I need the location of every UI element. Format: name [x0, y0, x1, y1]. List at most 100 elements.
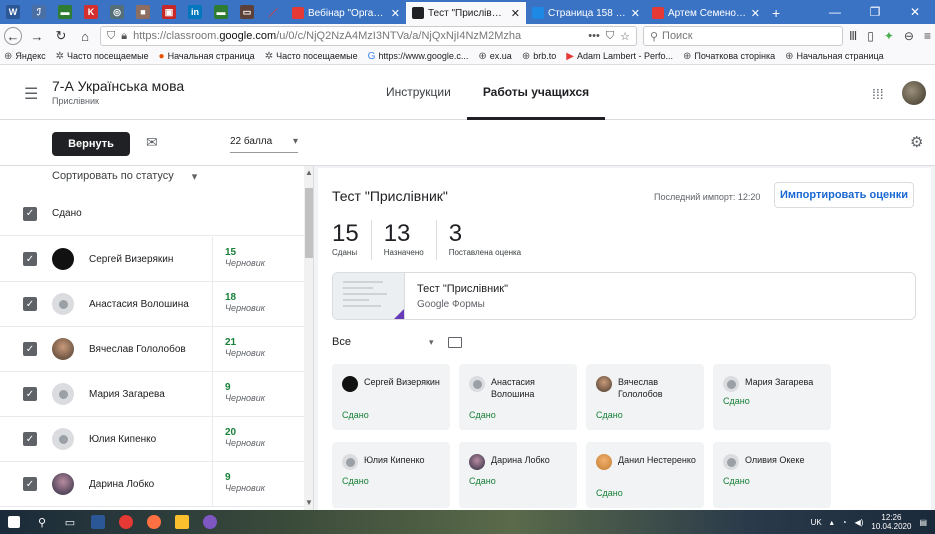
more-icon[interactable]: •••: [588, 30, 600, 42]
tab-instructions[interactable]: Инструкции: [370, 66, 467, 120]
settings-gear-icon[interactable]: ⚙: [910, 133, 923, 151]
scroll-thumb[interactable]: [305, 188, 313, 258]
clock[interactable]: 12:26 10.04.2020: [871, 513, 911, 531]
browser-tab[interactable]: Страница 158 - СЛУ✕: [526, 2, 646, 24]
address-bar[interactable]: ⛉ 🔒︎ https://classroom.google.com/u/0/c/…: [100, 26, 637, 46]
sidebar-icon[interactable]: ▯: [867, 29, 874, 43]
pinned-tab-6[interactable]: ▬: [208, 0, 234, 24]
student-row[interactable]: ✓ Вячеслав Гололобов 21 Черновик: [0, 327, 304, 372]
pinned-tab-8[interactable]: ／: [260, 0, 286, 24]
student-checkbox[interactable]: ✓: [23, 477, 37, 491]
browser-tab-active[interactable]: Тест "Прислівник" ✕: [406, 2, 526, 24]
scrollbar[interactable]: ▲ ▼: [304, 166, 313, 510]
new-tab-button[interactable]: +: [766, 2, 792, 24]
student-row[interactable]: ✓ Мария Загарева 9 Черновик: [0, 372, 304, 417]
return-button[interactable]: Вернуть: [52, 132, 130, 156]
import-grades-button[interactable]: Импортировать оценки: [774, 182, 914, 208]
pinned-tab-word[interactable]: W: [0, 0, 26, 24]
student-card[interactable]: Дарина Лобко Сдано: [459, 442, 577, 508]
extension-icon[interactable]: ✦: [884, 29, 894, 43]
hamburger-menu-icon[interactable]: ☰: [24, 84, 38, 104]
sort-select[interactable]: Сортировать по статусу ▾: [52, 166, 197, 186]
bookmark-item[interactable]: ✲ Часто посещаемые: [265, 51, 358, 62]
opera-icon[interactable]: [112, 510, 140, 534]
student-card[interactable]: Анастасия Волошина Сдано: [459, 364, 577, 430]
course-title[interactable]: 7-А Українська мова: [52, 78, 184, 94]
viber-icon[interactable]: [196, 510, 224, 534]
bookmark-star-icon[interactable]: ☆: [620, 30, 630, 43]
search-icon[interactable]: ⚲: [28, 510, 56, 534]
search-input[interactable]: ⚲ Поиск: [642, 26, 843, 46]
student-card[interactable]: Вячеслав Гололобов Сдано: [586, 364, 704, 430]
bookmark-item[interactable]: ⊕ ex.ua: [478, 51, 511, 62]
pinned-tab-7[interactable]: ▭: [234, 0, 260, 24]
bookmark-item[interactable]: ⊕ Начальная страница: [785, 51, 883, 62]
group-checkbox[interactable]: ✓: [23, 206, 37, 221]
student-card[interactable]: Данил Нестеренко Сдано: [586, 442, 704, 508]
stat-graded[interactable]: 3 Поставлена оценка: [449, 220, 533, 260]
task-view-icon[interactable]: ▭: [56, 510, 84, 534]
close-icon[interactable]: ✕: [391, 7, 400, 20]
bookmark-item[interactable]: Ghttps://www.google.c...: [368, 51, 469, 62]
stat-assigned[interactable]: 13 Назначено: [384, 220, 437, 260]
pinned-tab-5[interactable]: ▣: [156, 0, 182, 24]
firefox-icon[interactable]: [140, 510, 168, 534]
close-icon[interactable]: ✕: [511, 7, 520, 20]
student-row[interactable]: ✓ Дарина Лобко 9 Черновик: [0, 462, 304, 507]
student-card[interactable]: Мария Загарева Сдано: [713, 364, 831, 430]
student-checkbox[interactable]: ✓: [23, 432, 37, 446]
close-window-icon[interactable]: ✕: [895, 5, 935, 19]
word-icon[interactable]: [84, 510, 112, 534]
bookmark-item[interactable]: ⊕ Початкова сторінка: [683, 51, 775, 62]
points-select[interactable]: 22 балла ▾: [230, 133, 298, 153]
bookmark-item[interactable]: ▶ Adam Lambert - Perfo...: [566, 51, 673, 62]
pinned-tab-1[interactable]: ℐ: [26, 0, 52, 24]
restore-icon[interactable]: ❐: [855, 5, 895, 19]
grade-cell[interactable]: 18 Черновик: [212, 282, 304, 327]
tab-student-work[interactable]: Работы учащихся: [466, 66, 606, 120]
bookmark-item[interactable]: ● Начальная страница: [159, 51, 255, 62]
grade-cell[interactable]: 9 Черновик: [212, 372, 304, 417]
attachment-card[interactable]: Тест "Прислівник" Google Формы: [332, 272, 916, 320]
apps-grid-icon[interactable]: ⁞⁞⁞: [872, 86, 884, 102]
pinned-tab-3[interactable]: ◎: [104, 0, 130, 24]
student-card[interactable]: Юлия Кипенко Сдано: [332, 442, 450, 508]
volume-icon[interactable]: ◀): [855, 518, 864, 527]
folder-icon[interactable]: [447, 336, 462, 348]
student-card[interactable]: Сергей Визерякин Сдано: [332, 364, 450, 430]
chevron-up-icon[interactable]: ▴: [830, 518, 834, 527]
forward-icon[interactable]: →: [28, 27, 46, 45]
browser-tab[interactable]: Артем Семенов с ✕: [646, 2, 766, 24]
dropdown-arrow-icon[interactable]: ▾: [429, 337, 434, 348]
student-checkbox[interactable]: ✓: [23, 387, 37, 401]
grade-cell[interactable]: 21 Черновик: [212, 327, 304, 372]
bookmark-item[interactable]: ⊕ brb.to: [522, 51, 556, 62]
stat-turned-in[interactable]: 15 Сданы: [332, 220, 372, 260]
menu-icon[interactable]: ≡: [924, 29, 931, 43]
bookmark-item[interactable]: ⊕ Яндекс: [4, 51, 46, 62]
student-row[interactable]: ✓ Сергей Визерякин 15 Черновик: [0, 237, 304, 282]
student-row[interactable]: ✓ Юлия Кипенко 20 Черновик: [0, 417, 304, 462]
pocket-icon[interactable]: ⛉: [606, 30, 614, 43]
student-card[interactable]: Оливия Океке Сдано: [713, 442, 831, 508]
pinned-tab-2[interactable]: ▬: [52, 0, 78, 24]
student-row[interactable]: ✓ Анастасия Волошина 18 Черновик: [0, 282, 304, 327]
minimize-icon[interactable]: —: [815, 5, 855, 19]
back-icon[interactable]: ←: [4, 27, 22, 45]
language-indicator[interactable]: UK: [811, 518, 822, 527]
close-icon[interactable]: ✕: [631, 7, 640, 20]
reload-icon[interactable]: ↻: [52, 27, 70, 45]
start-icon[interactable]: [0, 510, 28, 534]
file-explorer-icon[interactable]: [168, 510, 196, 534]
grade-cell[interactable]: 20 Черновик: [212, 417, 304, 462]
student-checkbox[interactable]: ✓: [23, 342, 37, 356]
browser-tab[interactable]: Вебінар "Організац✕: [286, 2, 406, 24]
home-icon[interactable]: ⌂: [76, 27, 94, 45]
scroll-up-icon[interactable]: ▲: [305, 168, 313, 177]
notifications-icon[interactable]: ▤: [919, 518, 927, 527]
library-icon[interactable]: Ⅲ: [849, 29, 857, 43]
scroll-down-icon[interactable]: ▼: [305, 498, 313, 507]
pinned-tab-linkedin[interactable]: in: [182, 0, 208, 24]
student-checkbox[interactable]: ✓: [23, 297, 37, 311]
account-icon[interactable]: ⊖: [904, 29, 914, 43]
